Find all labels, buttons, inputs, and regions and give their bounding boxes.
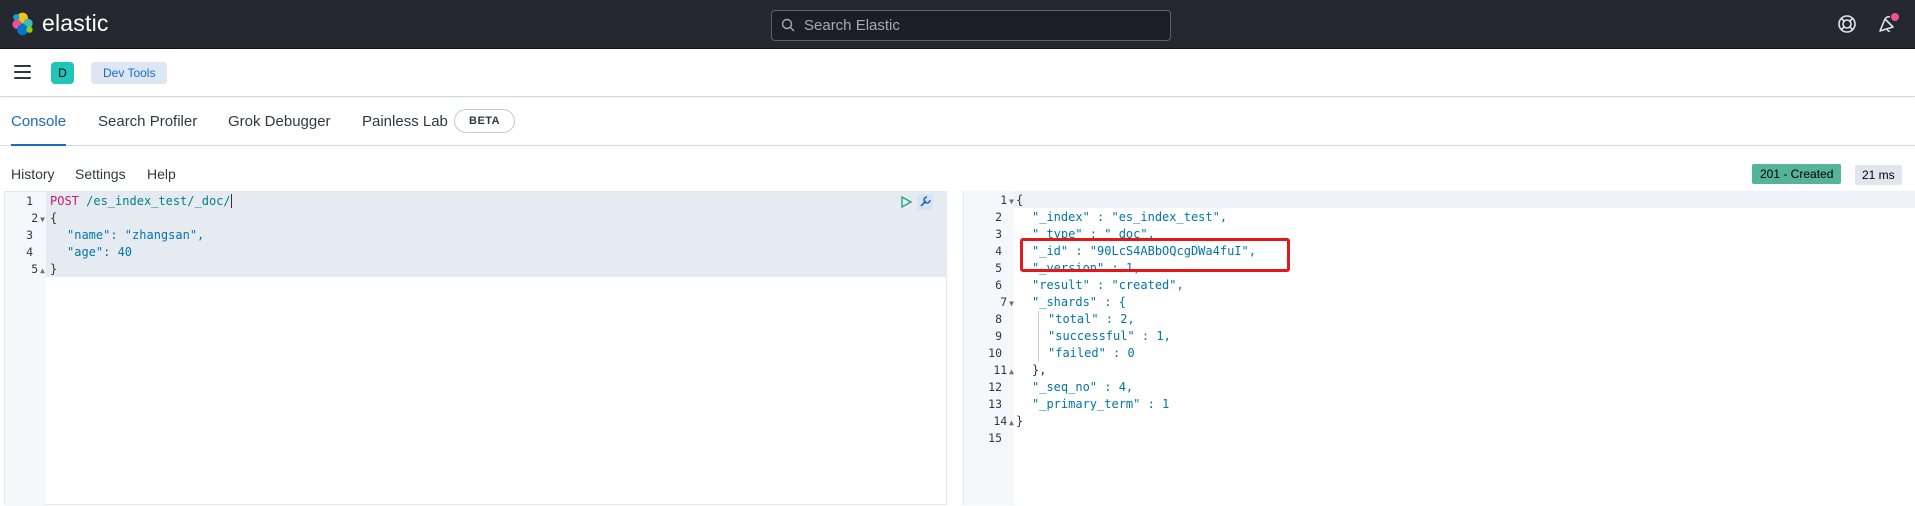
line-number: 1 ▼ <box>1000 193 1014 207</box>
line-number: 13 <box>988 397 1002 411</box>
request-editor[interactable]: 1 2 ▼ 3 4 5 ▲ POST /es_index_test/_doc/ { … <box>4 191 948 506</box>
tab-console[interactable]: Console <box>11 98 67 146</box>
elapsed-time-badge: 21 ms <box>1855 165 1902 185</box>
search-placeholder: Search Elastic <box>804 17 900 34</box>
search-icon <box>781 18 795 32</box>
tab-grok-debugger[interactable]: Grok Debugger <box>228 98 331 146</box>
help-icon[interactable] <box>1836 13 1858 35</box>
help-link[interactable]: Help <box>147 166 176 182</box>
history-link[interactable]: History <box>11 166 55 182</box>
line-number: 2 ▼ <box>31 211 45 225</box>
active-line-highlight <box>1014 191 1915 208</box>
indent-guide <box>1038 311 1039 362</box>
response-line: "successful" : 1, <box>1048 329 1171 343</box>
devtools-tabs: Console Search Profiler Grok Debugger Pa… <box>0 98 1915 146</box>
line-number: 12 <box>988 380 1002 394</box>
line-number: 3 <box>995 227 1002 241</box>
brand-name: elastic <box>42 10 109 36</box>
response-line: { <box>1016 193 1024 207</box>
request-line-4: "age": 40 <box>67 245 133 259</box>
tab-painless-lab[interactable]: Painless Lab <box>362 98 448 146</box>
space-avatar[interactable]: D <box>51 62 74 84</box>
response-line: "failed" : 0 <box>1048 346 1135 360</box>
response-line: "_index" : "es_index_test", <box>1032 210 1228 224</box>
line-number: 8 <box>995 312 1002 326</box>
search-input[interactable]: Search Elastic <box>771 10 1171 41</box>
response-line: "_shards" : { <box>1032 295 1126 309</box>
line-number: 3 <box>26 228 33 242</box>
request-path: /es_index_test/_doc/ <box>86 194 231 208</box>
response-line: "total" : 2, <box>1048 312 1135 326</box>
line-number: 7 ▼ <box>1000 295 1014 309</box>
line-number: 5 ▲ <box>31 262 45 276</box>
wrench-icon[interactable] <box>917 194 933 210</box>
settings-link[interactable]: Settings <box>75 166 126 182</box>
request-method: POST <box>50 194 79 208</box>
line-number: 15 <box>988 431 1002 445</box>
response-line: "_primary_term" : 1 <box>1032 397 1170 411</box>
top-header: elastic Search Elastic <box>0 0 1915 49</box>
line-number: 10 <box>988 346 1002 360</box>
beta-badge: BETA <box>454 109 516 133</box>
request-line-1: POST /es_index_test/_doc/ <box>50 193 239 210</box>
line-number: 2 <box>995 210 1002 224</box>
line-number: 6 <box>995 278 1002 292</box>
line-number: 5 <box>995 261 1002 275</box>
breadcrumb-dev-tools[interactable]: Dev Tools <box>91 62 168 84</box>
line-number: 4 <box>995 244 1002 258</box>
response-line: } <box>1016 414 1024 428</box>
line-number: 4 <box>26 245 33 259</box>
response-line: }, <box>1032 363 1047 377</box>
id-highlight-box <box>1020 238 1290 272</box>
line-number: 1 <box>26 194 33 208</box>
request-line-5: } <box>50 262 58 276</box>
request-line-3: "name": "zhangsan", <box>67 228 205 242</box>
response-line: "result" : "created", <box>1032 278 1184 292</box>
tab-search-profiler[interactable]: Search Profiler <box>98 98 197 146</box>
newsfeed-icon[interactable] <box>1876 12 1900 36</box>
status-badge: 201 - Created <box>1752 164 1842 184</box>
pane-resizer[interactable] <box>947 191 963 505</box>
menu-toggle-icon[interactable] <box>14 65 31 79</box>
line-number: 14 ▲ <box>993 414 1014 428</box>
elastic-logo-icon[interactable] <box>10 11 35 36</box>
line-number: 11 ▲ <box>993 363 1014 377</box>
run-request-icon[interactable] <box>900 196 912 208</box>
breadcrumb-bar: D Dev Tools <box>0 49 1915 97</box>
line-number: 9 <box>995 329 1002 343</box>
response-line: "_seq_no" : 4, <box>1032 380 1134 394</box>
request-line-2: { <box>50 211 58 225</box>
